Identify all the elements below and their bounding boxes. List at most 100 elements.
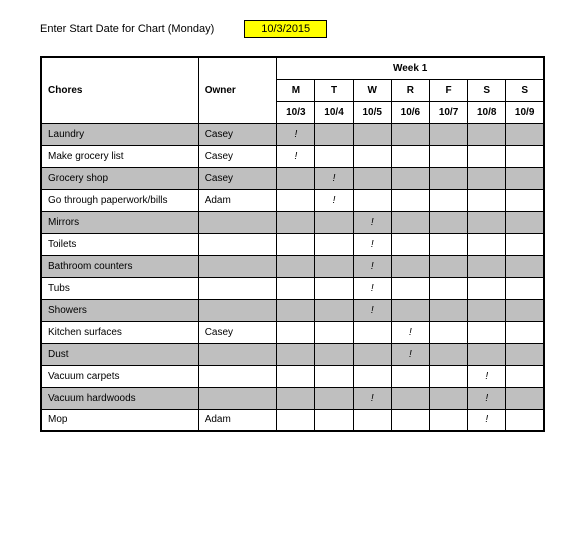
day-cell[interactable] bbox=[391, 211, 429, 233]
day-cell[interactable] bbox=[506, 255, 544, 277]
day-cell[interactable] bbox=[429, 277, 467, 299]
day-cell[interactable]: ! bbox=[353, 387, 391, 409]
chore-cell[interactable]: Mirrors bbox=[41, 211, 198, 233]
day-cell[interactable]: ! bbox=[353, 211, 391, 233]
day-cell[interactable] bbox=[506, 167, 544, 189]
day-cell[interactable] bbox=[315, 387, 353, 409]
day-cell[interactable] bbox=[391, 365, 429, 387]
day-cell[interactable] bbox=[429, 387, 467, 409]
chore-cell[interactable]: Make grocery list bbox=[41, 145, 198, 167]
owner-cell[interactable] bbox=[198, 255, 277, 277]
day-cell[interactable] bbox=[277, 255, 315, 277]
day-cell[interactable] bbox=[468, 167, 506, 189]
owner-cell[interactable]: Casey bbox=[198, 145, 277, 167]
day-cell[interactable] bbox=[315, 365, 353, 387]
day-cell[interactable] bbox=[429, 321, 467, 343]
day-cell[interactable] bbox=[429, 365, 467, 387]
day-cell[interactable] bbox=[391, 167, 429, 189]
day-cell[interactable] bbox=[315, 233, 353, 255]
day-cell[interactable] bbox=[353, 409, 391, 431]
day-cell[interactable] bbox=[315, 343, 353, 365]
chore-cell[interactable]: Mop bbox=[41, 409, 198, 431]
day-cell[interactable] bbox=[429, 409, 467, 431]
day-cell[interactable] bbox=[391, 233, 429, 255]
day-cell[interactable]: ! bbox=[353, 255, 391, 277]
day-cell[interactable] bbox=[506, 387, 544, 409]
day-cell[interactable] bbox=[391, 145, 429, 167]
day-cell[interactable]: ! bbox=[315, 189, 353, 211]
chore-cell[interactable]: Bathroom counters bbox=[41, 255, 198, 277]
day-cell[interactable] bbox=[391, 299, 429, 321]
day-cell[interactable] bbox=[506, 277, 544, 299]
day-cell[interactable] bbox=[315, 123, 353, 145]
owner-cell[interactable] bbox=[198, 277, 277, 299]
day-cell[interactable] bbox=[468, 189, 506, 211]
day-cell[interactable]: ! bbox=[277, 145, 315, 167]
day-cell[interactable] bbox=[277, 321, 315, 343]
day-cell[interactable] bbox=[468, 255, 506, 277]
chore-cell[interactable]: Tubs bbox=[41, 277, 198, 299]
day-cell[interactable] bbox=[315, 277, 353, 299]
day-cell[interactable] bbox=[468, 277, 506, 299]
day-cell[interactable] bbox=[506, 321, 544, 343]
owner-cell[interactable] bbox=[198, 387, 277, 409]
day-cell[interactable]: ! bbox=[353, 299, 391, 321]
day-cell[interactable] bbox=[429, 299, 467, 321]
day-cell[interactable] bbox=[468, 123, 506, 145]
day-cell[interactable] bbox=[353, 321, 391, 343]
day-cell[interactable] bbox=[315, 255, 353, 277]
owner-cell[interactable] bbox=[198, 343, 277, 365]
chore-cell[interactable]: Vacuum hardwoods bbox=[41, 387, 198, 409]
day-cell[interactable] bbox=[506, 189, 544, 211]
day-cell[interactable] bbox=[277, 387, 315, 409]
day-cell[interactable] bbox=[277, 189, 315, 211]
day-cell[interactable] bbox=[391, 277, 429, 299]
day-cell[interactable] bbox=[277, 277, 315, 299]
owner-cell[interactable] bbox=[198, 365, 277, 387]
owner-cell[interactable]: Casey bbox=[198, 167, 277, 189]
owner-cell[interactable]: Adam bbox=[198, 189, 277, 211]
day-cell[interactable]: ! bbox=[315, 167, 353, 189]
day-cell[interactable] bbox=[315, 211, 353, 233]
owner-cell[interactable] bbox=[198, 233, 277, 255]
day-cell[interactable] bbox=[353, 145, 391, 167]
day-cell[interactable] bbox=[353, 365, 391, 387]
day-cell[interactable] bbox=[506, 233, 544, 255]
day-cell[interactable] bbox=[277, 299, 315, 321]
day-cell[interactable] bbox=[429, 255, 467, 277]
owner-cell[interactable] bbox=[198, 211, 277, 233]
owner-cell[interactable]: Casey bbox=[198, 123, 277, 145]
day-cell[interactable] bbox=[429, 123, 467, 145]
day-cell[interactable] bbox=[506, 211, 544, 233]
chore-cell[interactable]: Toilets bbox=[41, 233, 198, 255]
day-cell[interactable]: ! bbox=[391, 343, 429, 365]
day-cell[interactable]: ! bbox=[277, 123, 315, 145]
chore-cell[interactable]: Vacuum carpets bbox=[41, 365, 198, 387]
day-cell[interactable] bbox=[391, 255, 429, 277]
day-cell[interactable] bbox=[429, 189, 467, 211]
day-cell[interactable] bbox=[429, 233, 467, 255]
day-cell[interactable] bbox=[506, 145, 544, 167]
day-cell[interactable] bbox=[277, 409, 315, 431]
day-cell[interactable]: ! bbox=[468, 365, 506, 387]
day-cell[interactable]: ! bbox=[353, 233, 391, 255]
owner-cell[interactable] bbox=[198, 299, 277, 321]
day-cell[interactable]: ! bbox=[468, 409, 506, 431]
day-cell[interactable] bbox=[353, 189, 391, 211]
day-cell[interactable] bbox=[429, 343, 467, 365]
day-cell[interactable] bbox=[277, 211, 315, 233]
chore-cell[interactable]: Go through paperwork/bills bbox=[41, 189, 198, 211]
day-cell[interactable] bbox=[468, 211, 506, 233]
owner-cell[interactable]: Casey bbox=[198, 321, 277, 343]
day-cell[interactable] bbox=[468, 321, 506, 343]
day-cell[interactable]: ! bbox=[391, 321, 429, 343]
day-cell[interactable] bbox=[391, 387, 429, 409]
day-cell[interactable] bbox=[429, 145, 467, 167]
day-cell[interactable] bbox=[468, 145, 506, 167]
day-cell[interactable]: ! bbox=[353, 277, 391, 299]
day-cell[interactable] bbox=[429, 211, 467, 233]
day-cell[interactable] bbox=[353, 167, 391, 189]
day-cell[interactable]: ! bbox=[468, 387, 506, 409]
day-cell[interactable] bbox=[506, 123, 544, 145]
day-cell[interactable] bbox=[468, 233, 506, 255]
